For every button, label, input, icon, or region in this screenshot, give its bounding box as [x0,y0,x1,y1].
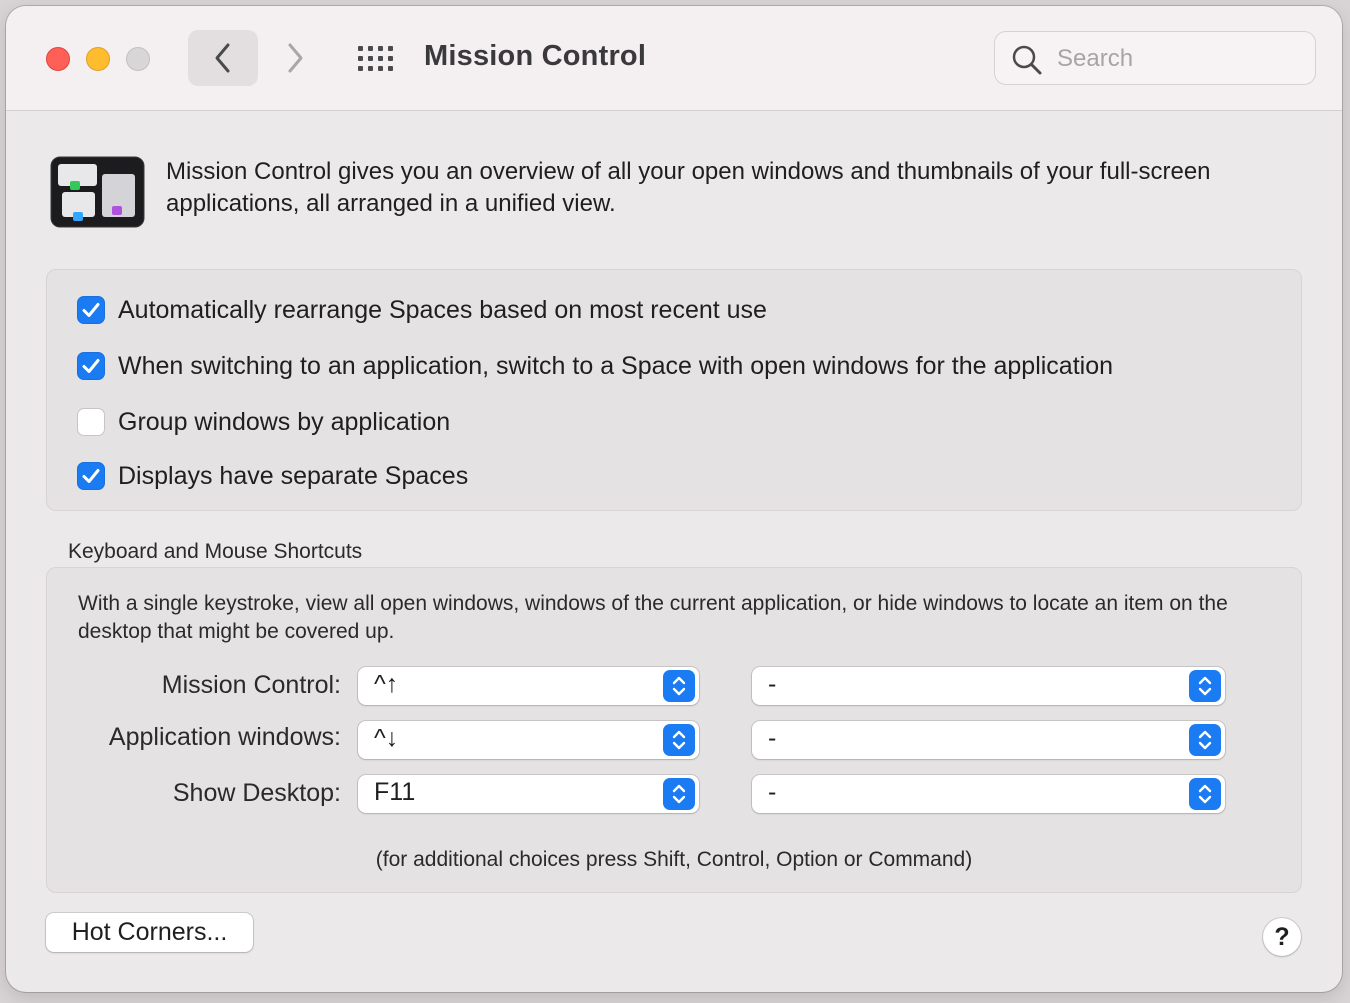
window-title: Mission Control [424,40,647,72]
checkbox-auto-rearrange-spaces[interactable] [77,296,105,324]
up-down-chevron-icon [1189,778,1221,810]
mission-control-mouse-popup[interactable]: - [752,667,1225,705]
popup-value: - [768,778,777,806]
checkmark-icon [82,359,100,373]
option-auto-rearrange-spaces[interactable]: Automatically rearrange Spaces based on … [77,294,767,326]
shortcuts-section-title: Keyboard and Mouse Shortcuts [68,540,363,563]
popup-value: ^↓ [374,724,399,752]
shortcut-label-mission-control: Mission Control: [161,671,341,699]
minimize-button[interactable] [86,47,110,71]
forward-button[interactable] [272,30,318,86]
show-all-grid-icon[interactable] [358,46,394,72]
close-button[interactable] [46,47,70,71]
search-icon [1012,45,1042,75]
checkmark-icon [82,303,100,317]
option-label: Group windows by application [118,407,451,436]
checkbox-switch-to-space[interactable] [77,352,105,380]
application-windows-mouse-popup[interactable]: - [752,721,1225,759]
preferences-window: Mission Control Mission Control gives yo… [6,6,1342,992]
help-button[interactable]: ? [1263,918,1301,956]
chevron-left-icon [215,43,230,73]
option-switch-to-space[interactable]: When switching to an application, switch… [77,350,1113,382]
up-down-chevron-icon [663,778,695,810]
popup-value: ^↑ [374,670,399,698]
checkbox-group-windows[interactable] [77,408,105,436]
checkmark-icon [82,469,100,483]
shortcuts-description: With a single keystroke, view all open w… [78,592,1228,643]
title-bar: Mission Control [6,6,1342,111]
mission-control-description: Mission Control gives you an overview of… [166,158,1211,217]
search-field[interactable] [994,31,1316,85]
popup-value: - [768,724,777,752]
chevron-right-icon [288,43,303,73]
up-down-chevron-icon [663,724,695,756]
shortcuts-panel: With a single keystroke, view all open w… [46,567,1302,893]
checkbox-separate-spaces[interactable] [77,462,105,490]
application-windows-keyboard-popup[interactable]: ^↓ [358,721,699,759]
mission-control-app-icon [50,156,145,228]
mission-control-keyboard-popup[interactable]: ^↑ [358,667,699,705]
option-group-windows[interactable]: Group windows by application [77,406,450,438]
hot-corners-button[interactable]: Hot Corners... [46,913,253,952]
up-down-chevron-icon [1189,724,1221,756]
back-button[interactable] [188,30,258,86]
modifier-keys-hint: (for additional choices press Shift, Con… [375,848,973,871]
option-label: Automatically rearrange Spaces based on … [118,295,767,324]
show-desktop-mouse-popup[interactable]: - [752,775,1225,813]
up-down-chevron-icon [663,670,695,702]
search-input[interactable] [1055,42,1299,76]
up-down-chevron-icon [1189,670,1221,702]
option-label: When switching to an application, switch… [118,351,1114,380]
zoom-button[interactable] [126,47,150,71]
popup-value: F11 [374,778,416,806]
option-label: Displays have separate Spaces [118,461,469,490]
spaces-options-panel: Automatically rearrange Spaces based on … [46,269,1302,511]
show-desktop-keyboard-popup[interactable]: F11 [358,775,699,813]
popup-value: - [768,670,777,698]
shortcut-label-application-windows: Application windows: [108,723,341,751]
shortcut-label-show-desktop: Show Desktop: [172,779,341,807]
option-separate-spaces[interactable]: Displays have separate Spaces [77,460,468,492]
